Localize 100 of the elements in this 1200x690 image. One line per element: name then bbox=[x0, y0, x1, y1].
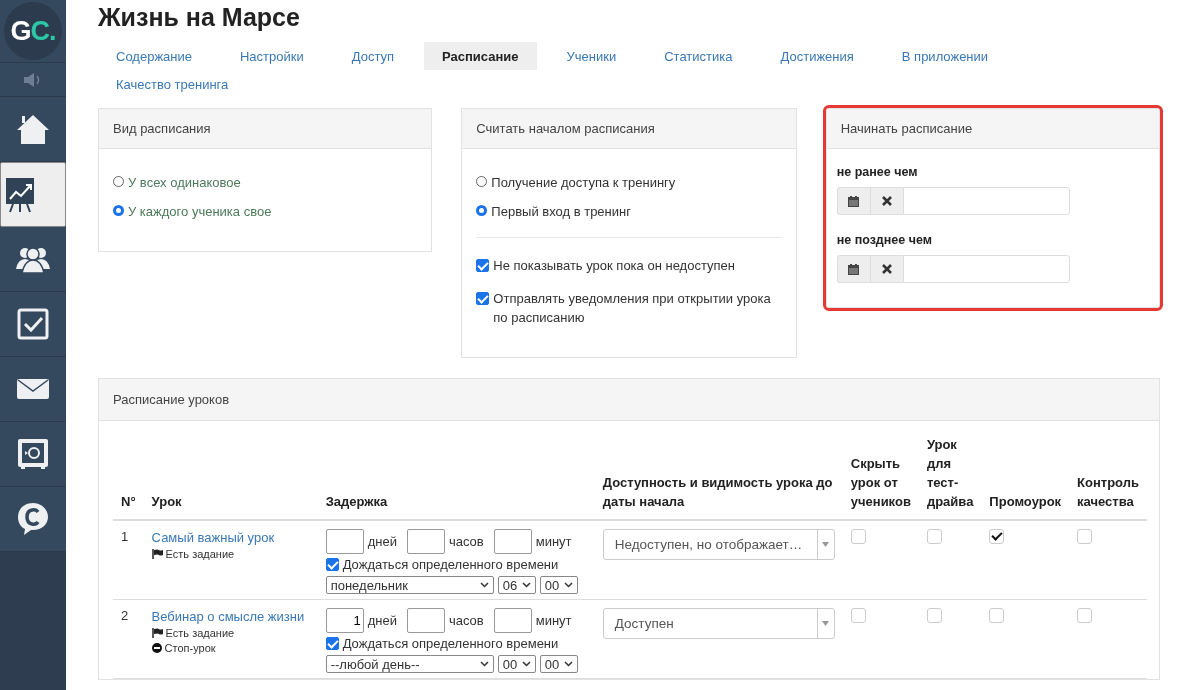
tab[interactable]: Расписание bbox=[424, 42, 537, 70]
checkbox-label: Дождаться определенного времени bbox=[342, 556, 559, 574]
caret-icon bbox=[822, 542, 830, 547]
tab[interactable]: Статистика bbox=[646, 42, 751, 70]
stop-icon bbox=[151, 643, 162, 653]
users-icon bbox=[16, 245, 50, 273]
minute-select[interactable]: 00 bbox=[539, 655, 578, 673]
delay-field[interactable]: 1 bbox=[325, 608, 364, 633]
close-icon bbox=[881, 264, 892, 274]
flag-icon bbox=[151, 549, 163, 559]
row-number: 2 bbox=[121, 608, 129, 623]
home-icon bbox=[16, 113, 50, 145]
checkbox[interactable] bbox=[1077, 608, 1093, 623]
calendar-button[interactable] bbox=[836, 187, 870, 215]
radio-button[interactable] bbox=[476, 205, 488, 216]
availability-select[interactable]: Недоступен, но отображает… bbox=[602, 529, 835, 560]
chevron-icon bbox=[521, 661, 531, 667]
checkbox-label: Отправлять уведомления при открытии урока по расписанию bbox=[493, 290, 772, 327]
column-header: Урок для тест-драйва bbox=[926, 437, 974, 509]
field-label: не ранее чем bbox=[836, 165, 919, 179]
tab[interactable]: В приложении bbox=[883, 42, 1007, 70]
chevron-icon bbox=[479, 582, 489, 588]
panel-header: Считать началом расписания bbox=[462, 109, 796, 149]
sidebar-item[interactable] bbox=[0, 97, 66, 162]
radio-button[interactable] bbox=[476, 176, 488, 187]
column-header: N° bbox=[121, 494, 136, 509]
date-field[interactable] bbox=[902, 187, 1070, 215]
lesson-tag: Стоп-урок bbox=[164, 642, 216, 654]
delay-field[interactable] bbox=[406, 529, 445, 554]
radio-label: Первый вход в тренинг bbox=[491, 203, 631, 221]
envelope-icon bbox=[17, 379, 49, 399]
radio-label: У каждого ученика свое bbox=[128, 203, 272, 221]
tab[interactable]: Качество тренинга bbox=[98, 70, 247, 98]
tab[interactable]: Достижения bbox=[762, 42, 872, 70]
hour-select[interactable]: 00 bbox=[497, 655, 536, 673]
tab[interactable]: Доступ bbox=[333, 42, 413, 70]
unit-label: дней bbox=[367, 613, 397, 628]
calendar-icon bbox=[848, 195, 860, 207]
panel-header: Начинать расписание bbox=[826, 109, 1159, 149]
caret-icon bbox=[822, 621, 830, 626]
column-header: Контроль качества bbox=[1077, 475, 1139, 509]
checkbox[interactable] bbox=[476, 259, 490, 272]
safe-icon bbox=[17, 438, 49, 470]
unit-label: часов bbox=[448, 534, 484, 549]
sidebar-item[interactable] bbox=[0, 227, 66, 292]
checkbox[interactable] bbox=[989, 529, 1005, 544]
checkbox[interactable] bbox=[850, 529, 866, 544]
column-header: Скрыть урок от учеников bbox=[850, 456, 911, 509]
lesson-tag: Есть задание bbox=[165, 627, 235, 639]
calendar-button[interactable] bbox=[836, 255, 870, 283]
checkbox[interactable] bbox=[926, 608, 942, 623]
checkbox[interactable] bbox=[325, 558, 339, 571]
radio-label: Получение доступа к тренингу bbox=[491, 174, 676, 192]
delay-field[interactable] bbox=[325, 529, 364, 554]
tab[interactable]: Содержание bbox=[98, 42, 210, 70]
day-select[interactable]: --любой день-- bbox=[325, 655, 494, 673]
checkbox[interactable] bbox=[325, 637, 339, 650]
checkbox[interactable] bbox=[926, 529, 942, 544]
sidebar-item[interactable] bbox=[0, 292, 66, 357]
chat-icon bbox=[17, 502, 49, 536]
delay-field[interactable] bbox=[406, 608, 445, 633]
availability-select[interactable]: Доступен bbox=[602, 608, 835, 639]
delay-field[interactable] bbox=[493, 608, 532, 633]
sidebar-item[interactable] bbox=[0, 162, 66, 227]
clear-button[interactable] bbox=[869, 187, 903, 215]
clear-button[interactable] bbox=[869, 255, 903, 283]
flag-icon bbox=[151, 628, 163, 638]
chart-board-icon bbox=[5, 176, 35, 213]
panel-header: Расписание уроков bbox=[99, 379, 1159, 421]
checkbox[interactable] bbox=[989, 608, 1005, 623]
delay-field[interactable] bbox=[493, 529, 532, 554]
chevron-icon bbox=[521, 582, 531, 588]
tab[interactable]: Ученики bbox=[548, 42, 635, 70]
checkbox-label: Дождаться определенного времени bbox=[342, 635, 559, 653]
day-select[interactable]: понедельник bbox=[325, 576, 494, 594]
unit-label: минут bbox=[535, 534, 572, 549]
sidebar-item[interactable] bbox=[0, 357, 66, 422]
radio-button[interactable] bbox=[113, 205, 124, 216]
logo[interactable]: GC. bbox=[4, 2, 62, 60]
radio-button[interactable] bbox=[113, 176, 124, 187]
checkbox[interactable] bbox=[476, 292, 490, 305]
checkbox-label: Не показывать урок пока он недоступен bbox=[493, 257, 735, 275]
field-label: не позднее чем bbox=[836, 233, 934, 247]
tab[interactable]: Настройки bbox=[222, 42, 322, 70]
hour-select[interactable]: 06 bbox=[497, 576, 536, 594]
column-header: Доступность и видимость урока до даты начала bbox=[602, 475, 833, 509]
radio-label: У всех одинаковое bbox=[128, 174, 241, 192]
checkbox[interactable] bbox=[850, 608, 866, 623]
chevron-icon bbox=[479, 661, 489, 667]
sidebar-item[interactable] bbox=[0, 422, 66, 487]
unit-label: часов bbox=[448, 613, 484, 628]
chevron-icon bbox=[563, 661, 573, 667]
lesson-link[interactable]: Вебинар о смысле жизни bbox=[151, 609, 310, 624]
column-header: Урок bbox=[151, 494, 182, 509]
minute-select[interactable]: 00 bbox=[539, 576, 578, 594]
row-number: 1 bbox=[121, 529, 129, 544]
sidebar-item[interactable] bbox=[0, 487, 66, 552]
lesson-link[interactable]: Самый важный урок bbox=[151, 530, 310, 545]
date-field[interactable] bbox=[902, 255, 1070, 283]
checkbox[interactable] bbox=[1077, 529, 1093, 544]
